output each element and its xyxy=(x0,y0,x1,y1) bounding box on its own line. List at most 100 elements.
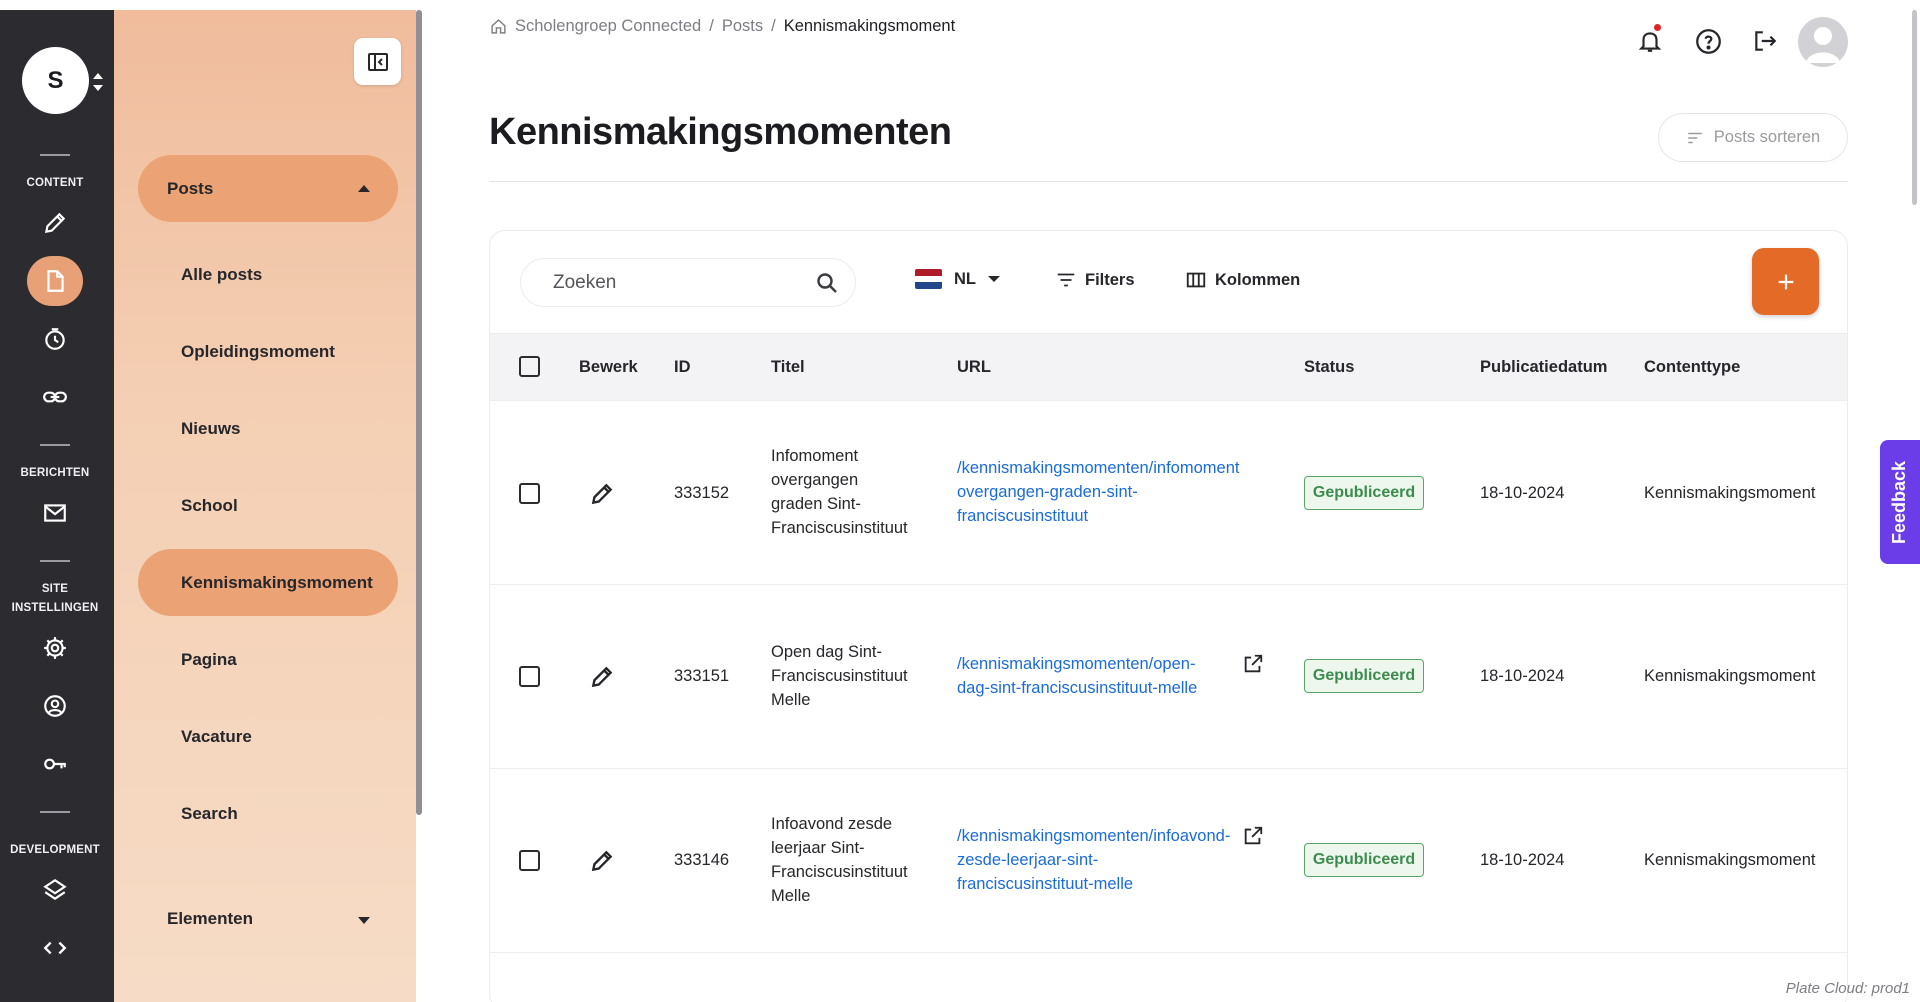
columns-label: Kolommen xyxy=(1215,270,1301,289)
rail-item-messages[interactable] xyxy=(27,488,83,538)
status-badge: Gepubliceerd xyxy=(1304,843,1424,877)
nl-flag-icon xyxy=(915,269,942,289)
column-header-id[interactable]: ID xyxy=(674,358,691,377)
filters-label: Filters xyxy=(1085,270,1135,289)
cell-title: Infomoment overgangen graden Sint- Franc… xyxy=(771,447,908,537)
select-all-checkbox[interactable] xyxy=(519,356,540,377)
edit-pencil-icon[interactable] xyxy=(589,664,615,690)
nav-item-search[interactable]: Search xyxy=(138,780,398,847)
search-icon[interactable] xyxy=(815,271,839,295)
document-icon xyxy=(47,270,64,292)
cell-date: 18-10-2024 xyxy=(1480,667,1565,685)
column-header-date[interactable]: Publicatiedatum xyxy=(1480,358,1607,377)
nav-group-label: Posts xyxy=(167,178,214,198)
cell-id: 333146 xyxy=(674,851,730,869)
language-select[interactable]: NL xyxy=(915,269,1000,289)
key-icon xyxy=(44,758,66,770)
code-icon xyxy=(43,941,67,955)
table-header: Bewerk ID Titel URL Status Publicatiedat… xyxy=(490,333,1847,401)
help-icon xyxy=(1695,28,1721,54)
cell-contenttype: Kennismakingsmoment xyxy=(1644,484,1816,502)
chevron-down-icon xyxy=(988,276,1000,282)
rail-item-settings[interactable] xyxy=(27,623,83,673)
rail-item-keys[interactable] xyxy=(27,739,83,789)
page-scrollbar[interactable] xyxy=(1912,10,1917,205)
nav-item-pagina[interactable]: Pagina xyxy=(138,626,398,693)
rail-divider xyxy=(40,444,70,446)
column-header-type[interactable]: Contenttype xyxy=(1644,358,1740,377)
cell-title: Infoavond zesde leerjaar Sint- Franciscu… xyxy=(771,815,908,905)
nav-item-nieuws[interactable]: Nieuws xyxy=(138,395,398,462)
edit-pencil-icon[interactable] xyxy=(589,848,615,874)
logout-icon xyxy=(1755,31,1777,51)
logout-button[interactable] xyxy=(1746,22,1784,60)
cell-url-link[interactable]: /kennismakingsmomenten/infoavond- zesde-… xyxy=(957,824,1230,896)
rail-item-users[interactable] xyxy=(27,681,83,731)
site-avatar[interactable]: S xyxy=(22,47,89,114)
nav-item-opleidingsmoment[interactable]: Opleidingsmoment xyxy=(138,318,398,385)
cell-url-link[interactable]: /kennismakingsmomenten/open- dag-sint-fr… xyxy=(957,652,1197,700)
rail-item-history[interactable] xyxy=(27,314,83,364)
sort-posts-button[interactable]: Posts sorteren xyxy=(1658,113,1848,162)
nav-item-kennismakingsmoment[interactable]: Kennismakingsmoment xyxy=(138,549,398,616)
collapse-sidebar-button[interactable] xyxy=(354,38,401,85)
user-silhouette-icon xyxy=(1806,27,1840,63)
rail-item-edit[interactable] xyxy=(27,198,83,248)
rail-item-code[interactable] xyxy=(27,923,83,973)
row-checkbox[interactable] xyxy=(519,666,540,687)
table-row: 333152 Infomoment overgangen graden Sint… xyxy=(490,401,1847,585)
rail-item-layers[interactable] xyxy=(27,865,83,915)
sidebar-scrollbar[interactable] xyxy=(416,10,422,815)
rail-section-berichten: BERICHTEN xyxy=(20,467,90,479)
cell-url-link[interactable]: /kennismakingsmomenten/infomoment overga… xyxy=(957,456,1239,528)
cell-contenttype: Kennismakingsmoment xyxy=(1644,667,1816,685)
breadcrumb-home[interactable]: Scholengroep Connected xyxy=(515,17,701,36)
cell-contenttype: Kennismakingsmoment xyxy=(1644,851,1816,869)
rail-section-content: CONTENT xyxy=(26,177,84,189)
nav-group-elementen[interactable]: Elementen xyxy=(138,885,398,952)
table-row: 333146 Infoavond zesde leerjaar Sint- Fr… xyxy=(490,769,1847,953)
notifications-button[interactable] xyxy=(1631,22,1669,60)
rail-divider xyxy=(40,560,70,562)
add-post-button[interactable] xyxy=(1752,248,1819,315)
filter-icon xyxy=(1057,273,1075,287)
column-header-edit[interactable]: Bewerk xyxy=(579,358,638,377)
sort-icon xyxy=(1688,132,1702,143)
column-header-title[interactable]: Titel xyxy=(771,358,805,377)
table-row: 333151 Open dag Sint- Franciscusinstituu… xyxy=(490,585,1847,769)
edit-pencil-icon[interactable] xyxy=(589,481,615,507)
filters-button[interactable]: Filters xyxy=(1055,269,1135,291)
notification-dot xyxy=(1654,24,1661,31)
user-avatar[interactable] xyxy=(1798,17,1848,67)
cell-title: Open dag Sint- Franciscusinstituut Melle xyxy=(771,643,908,709)
environment-note: Plate Cloud: prod1 xyxy=(1785,980,1910,997)
columns-icon xyxy=(1186,272,1206,288)
breadcrumb: Scholengroep Connected / Posts / Kennism… xyxy=(490,17,955,36)
divider xyxy=(489,181,1848,182)
nav-group-label: Elementen xyxy=(167,908,253,928)
chevron-down-icon xyxy=(358,917,370,924)
row-checkbox[interactable] xyxy=(519,850,540,871)
nav-item-alle-posts[interactable]: Alle posts xyxy=(138,241,398,308)
row-checkbox[interactable] xyxy=(519,483,540,504)
cell-date: 18-10-2024 xyxy=(1480,851,1565,869)
nav-item-school[interactable]: School xyxy=(138,472,398,539)
feedback-tab[interactable]: Feedback xyxy=(1880,440,1920,564)
search-input[interactable]: Zoeken xyxy=(520,258,856,307)
rail-item-posts[interactable] xyxy=(27,256,83,306)
rail-section-instellingen: INSTELLINGEN xyxy=(11,602,99,614)
rail-item-links[interactable] xyxy=(27,372,83,422)
breadcrumb-posts[interactable]: Posts xyxy=(722,17,763,36)
help-button[interactable] xyxy=(1689,22,1727,60)
page-title: Kennismakingsmomenten xyxy=(489,111,952,153)
columns-button[interactable]: Kolommen xyxy=(1185,269,1300,291)
site-switch-icon[interactable] xyxy=(91,68,105,96)
nav-item-vacature[interactable]: Vacature xyxy=(138,703,398,770)
search-placeholder: Zoeken xyxy=(553,271,617,293)
clock-icon xyxy=(45,328,65,350)
nav-group-posts[interactable]: Posts xyxy=(138,155,398,222)
external-link-icon[interactable] xyxy=(1242,825,1264,847)
column-header-status[interactable]: Status xyxy=(1304,358,1354,377)
external-link-icon[interactable] xyxy=(1242,653,1264,675)
column-header-url[interactable]: URL xyxy=(957,358,991,377)
